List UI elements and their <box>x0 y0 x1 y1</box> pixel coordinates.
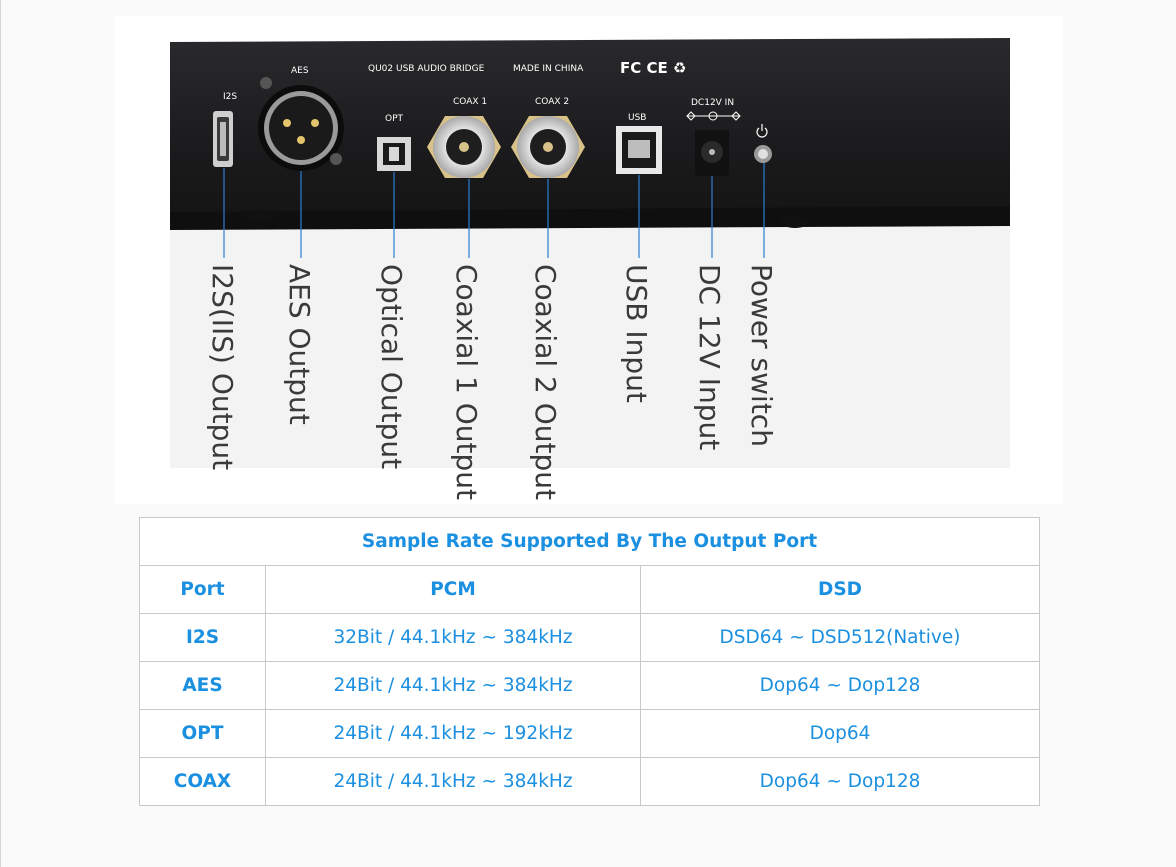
callout-aes: AES Output <box>283 264 316 425</box>
cell-dsd: DSD64 ~ DSD512(Native) <box>639 613 1041 662</box>
callout-usb: USB Input <box>620 264 653 403</box>
cell-pcm: 24Bit / 44.1kHz ~ 384kHz <box>265 757 641 806</box>
panel-label-origin: MADE IN CHINA <box>513 64 584 74</box>
optical-port <box>377 137 411 171</box>
panel-label-usb: USB <box>628 113 646 123</box>
header-dsd: DSD <box>639 565 1041 614</box>
panel-label-i2s: I2S <box>223 92 237 102</box>
callout-i2s: I2S(IIS) Output <box>206 264 239 470</box>
panel-label-dc: DC12V IN <box>691 98 734 108</box>
table-row: AES 24Bit / 44.1kHz ~ 384kHz Dop64 ~ Dop… <box>139 661 1041 710</box>
sample-rate-table-container: Sample Rate Supported By The Output Port… <box>138 517 1041 806</box>
table-row: COAX 24Bit / 44.1kHz ~ 384kHz Dop64 ~ Do… <box>139 757 1041 806</box>
table-row: I2S 32Bit / 44.1kHz ~ 384kHz DSD64 ~ DSD… <box>139 613 1041 662</box>
product-photo: I2S AES QU02 USB AUDIO BRIDGE MADE IN CH… <box>115 16 1063 504</box>
page-left-border <box>0 0 1 867</box>
cell-dsd: Dop64 ~ Dop128 <box>639 661 1041 710</box>
panel-label-opt: OPT <box>385 114 404 124</box>
callout-coax1: Coaxial 1 Output <box>450 264 483 500</box>
foot-right <box>781 216 809 228</box>
cell-pcm: 32Bit / 44.1kHz ~ 384kHz <box>265 613 641 662</box>
i2s-port <box>213 111 233 167</box>
cell-dsd: Dop64 ~ Dop128 <box>639 757 1041 806</box>
table-title: Sample Rate Supported By The Output Port <box>138 517 1041 566</box>
cell-dsd: Dop64 <box>639 709 1041 758</box>
table-row: OPT 24Bit / 44.1kHz ~ 192kHz Dop64 <box>139 709 1041 758</box>
cell-pcm: 24Bit / 44.1kHz ~ 384kHz <box>265 661 641 710</box>
callout-optical: Optical Output <box>375 264 408 469</box>
panel-label-title: QU02 USB AUDIO BRIDGE <box>368 64 485 74</box>
callout-power: Power switch <box>745 264 778 447</box>
dc-port <box>695 130 729 176</box>
certification-marks: FC CE ♻ <box>620 59 686 77</box>
callout-coax2: Coaxial 2 Output <box>529 264 562 500</box>
power-switch <box>754 145 772 163</box>
header-pcm: PCM <box>265 565 641 614</box>
cell-port: OPT <box>139 709 266 758</box>
cell-port: COAX <box>139 757 266 806</box>
table-header-row: Port PCM DSD <box>139 565 1041 614</box>
header-port: Port <box>139 565 266 614</box>
callout-dc: DC 12V Input <box>693 264 726 450</box>
panel-label-coax1: COAX 1 <box>453 97 487 107</box>
panel-label-aes: AES <box>291 66 309 76</box>
sample-rate-table: Sample Rate Supported By The Output Port… <box>138 517 1041 806</box>
usb-port <box>616 126 662 174</box>
panel-label-coax2: COAX 2 <box>535 97 569 107</box>
cell-pcm: 24Bit / 44.1kHz ~ 192kHz <box>265 709 641 758</box>
cell-port: I2S <box>139 613 266 662</box>
foot-left <box>246 210 274 222</box>
table-title-row: Sample Rate Supported By The Output Port <box>138 517 1041 566</box>
cell-port: AES <box>139 661 266 710</box>
device-rear-panel-image: I2S AES QU02 USB AUDIO BRIDGE MADE IN CH… <box>170 38 1010 500</box>
